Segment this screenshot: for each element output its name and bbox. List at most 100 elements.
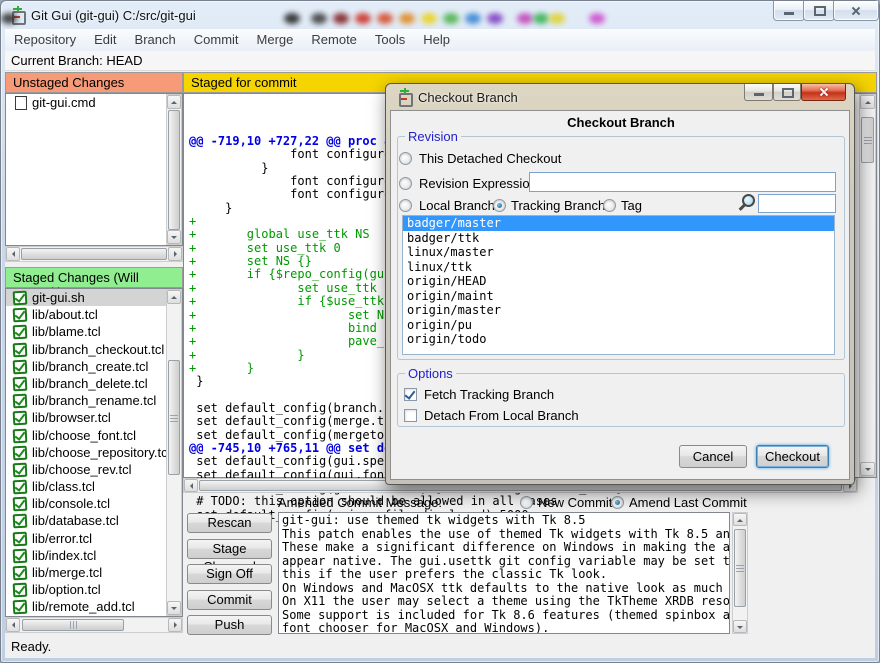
rescan-button[interactable]: Rescan xyxy=(187,513,272,533)
checkbox-checked-icon xyxy=(13,497,28,512)
menu-item[interactable]: Branch xyxy=(126,29,185,47)
unstaged-file-row[interactable]: git-gui.cmd xyxy=(6,94,166,111)
staged-file-row[interactable]: lib/index.tcl xyxy=(6,547,166,564)
checkbox-checked-icon xyxy=(13,308,28,323)
file-name: lib/option.tcl xyxy=(32,582,101,597)
amend-last-commit-label[interactable]: Amend Last Commit xyxy=(629,495,747,510)
detach-from-local-branch-label[interactable]: Detach From Local Branch xyxy=(424,408,579,423)
staged-file-row[interactable]: lib/choose_rev.tcl xyxy=(6,461,166,478)
menu-item[interactable]: Merge xyxy=(248,29,303,47)
staged-file-row[interactable]: lib/choose_font.tcl xyxy=(6,427,166,444)
detach-from-local-branch-checkbox[interactable] xyxy=(404,409,417,422)
staged-file-row[interactable]: lib/option.tcl xyxy=(6,581,166,598)
message-vertical-scrollbar[interactable] xyxy=(732,512,748,634)
maximize-button[interactable] xyxy=(803,1,835,21)
branch-list-item[interactable]: linux/master xyxy=(403,245,834,260)
branch-list-item[interactable]: badger/ttk xyxy=(403,231,834,246)
new-commit-radio[interactable] xyxy=(520,496,533,509)
minimize-button[interactable] xyxy=(773,1,805,21)
diff-vertical-scrollbar[interactable] xyxy=(859,94,876,477)
branch-list-item[interactable]: origin/HEAD xyxy=(403,274,834,289)
unstaged-vertical-scrollbar[interactable] xyxy=(166,94,182,245)
fetch-tracking-branch-checkbox[interactable] xyxy=(404,388,417,401)
staged-file-row[interactable]: lib/console.tcl xyxy=(6,495,166,512)
checkout-button[interactable]: Checkout xyxy=(756,445,829,468)
staged-file-row[interactable]: lib/branch_checkout.tcl xyxy=(6,341,166,358)
file-name: lib/choose_rev.tcl xyxy=(32,462,131,477)
staged-file-row[interactable]: lib/error.tcl xyxy=(6,530,166,547)
staged-file-row[interactable]: lib/about.tcl xyxy=(6,306,166,323)
staged-file-row[interactable]: lib/browser.tcl xyxy=(6,409,166,426)
dialog-app-icon xyxy=(398,89,413,105)
tracking-branch-label[interactable]: Tracking Branch xyxy=(511,198,605,213)
cancel-button[interactable]: Cancel xyxy=(679,445,747,468)
file-name: lib/branch_rename.tcl xyxy=(32,393,156,408)
file-name: lib/blame.tcl xyxy=(32,324,101,339)
staged-file-row[interactable]: lib/branch_rename.tcl xyxy=(6,392,166,409)
amend-last-commit-radio[interactable] xyxy=(611,496,624,509)
local-branch-label[interactable]: Local Branch xyxy=(419,198,495,213)
close-button[interactable] xyxy=(833,1,879,21)
staged-file-row[interactable]: lib/blame.tcl xyxy=(6,323,166,340)
file-name: git-gui.cmd xyxy=(32,95,96,110)
file-name: lib/merge.tcl xyxy=(32,565,102,580)
new-commit-label[interactable]: New Commit xyxy=(538,495,612,510)
staged-file-row[interactable]: lib/choose_repository.tcl xyxy=(6,444,166,461)
branch-list-item[interactable]: linux/ttk xyxy=(403,260,834,275)
branch-list-item[interactable]: origin/maint xyxy=(403,289,834,304)
menu-item[interactable]: Edit xyxy=(85,29,125,47)
staged-vertical-scrollbar[interactable] xyxy=(166,289,182,616)
fetch-tracking-branch-label[interactable]: Fetch Tracking Branch xyxy=(424,387,554,402)
file-name: lib/about.tcl xyxy=(32,307,98,322)
tag-radio[interactable] xyxy=(603,199,616,212)
unstaged-list: git-gui.cmd xyxy=(5,93,183,246)
commit-message-box[interactable]: git-gui: use themed tk widgets with Tk 8… xyxy=(278,512,730,634)
staged-file-row[interactable]: lib/merge.tcl xyxy=(6,564,166,581)
staged-file-row[interactable]: lib/branch_create.tcl xyxy=(6,358,166,375)
checkbox-checked-icon xyxy=(13,583,28,598)
staged-file-row[interactable]: lib/database.tcl xyxy=(6,512,166,529)
commit-button[interactable]: Commit xyxy=(187,590,272,610)
revision-expression-input[interactable] xyxy=(529,172,836,192)
menu-item[interactable]: Repository xyxy=(5,29,85,47)
branch-list-item[interactable]: origin/todo xyxy=(403,332,834,347)
stage-changed-button[interactable]: Stage Changed xyxy=(187,539,272,559)
local-branch-radio[interactable] xyxy=(399,199,412,212)
dialog-minimize-button[interactable] xyxy=(744,84,773,101)
detached-checkout-radio[interactable] xyxy=(399,152,412,165)
detached-checkout-label[interactable]: This Detached Checkout xyxy=(419,151,561,166)
push-button[interactable]: Push xyxy=(187,615,272,635)
revision-expression-label[interactable]: Revision Expression: xyxy=(419,176,540,191)
screen: Git Gui (git-gui) C:/src/git-gui Reposit… xyxy=(0,0,880,663)
file-name: lib/browser.tcl xyxy=(32,410,111,425)
branch-list-item[interactable]: origin/master xyxy=(403,303,834,318)
staged-file-row[interactable]: lib/remote_add.tcl xyxy=(6,598,166,615)
dialog-maximize-button[interactable] xyxy=(773,84,801,101)
staged-file-row[interactable]: lib/class.tcl xyxy=(6,478,166,495)
staged-horizontal-scrollbar[interactable] xyxy=(5,617,183,633)
branch-list-item[interactable]: badger/master xyxy=(403,216,834,231)
branch-list: badger/masterbadger/ttklinux/masterlinux… xyxy=(402,215,835,355)
file-name: lib/index.tcl xyxy=(32,548,96,563)
menu-item[interactable]: Help xyxy=(414,29,459,47)
branch-filter-input[interactable] xyxy=(758,194,836,213)
tracking-branch-radio[interactable] xyxy=(493,199,506,212)
checkbox-checked-icon xyxy=(13,428,28,443)
menu-item[interactable]: Commit xyxy=(185,29,248,47)
file-name: lib/class.tcl xyxy=(32,479,95,494)
checkbox-checked-icon xyxy=(13,480,28,495)
staged-file-row[interactable]: lib/branch_delete.tcl xyxy=(6,375,166,392)
reflection-dot xyxy=(517,13,533,24)
tag-label[interactable]: Tag xyxy=(621,198,642,213)
menu-item[interactable]: Tools xyxy=(366,29,414,47)
window-title: Git Gui (git-gui) C:/src/git-gui xyxy=(31,8,196,23)
unstaged-horizontal-scrollbar[interactable] xyxy=(5,246,183,262)
branch-list-item[interactable]: origin/pu xyxy=(403,318,834,333)
menu-item[interactable]: Remote xyxy=(302,29,366,47)
revision-expression-radio[interactable] xyxy=(399,177,412,190)
dialog-close-button[interactable] xyxy=(801,84,846,101)
search-icon[interactable] xyxy=(738,194,756,212)
sign-off-button[interactable]: Sign Off xyxy=(187,564,272,584)
staged-file-row[interactable]: git-gui.sh xyxy=(6,289,166,306)
revision-group-label: Revision xyxy=(405,129,461,144)
